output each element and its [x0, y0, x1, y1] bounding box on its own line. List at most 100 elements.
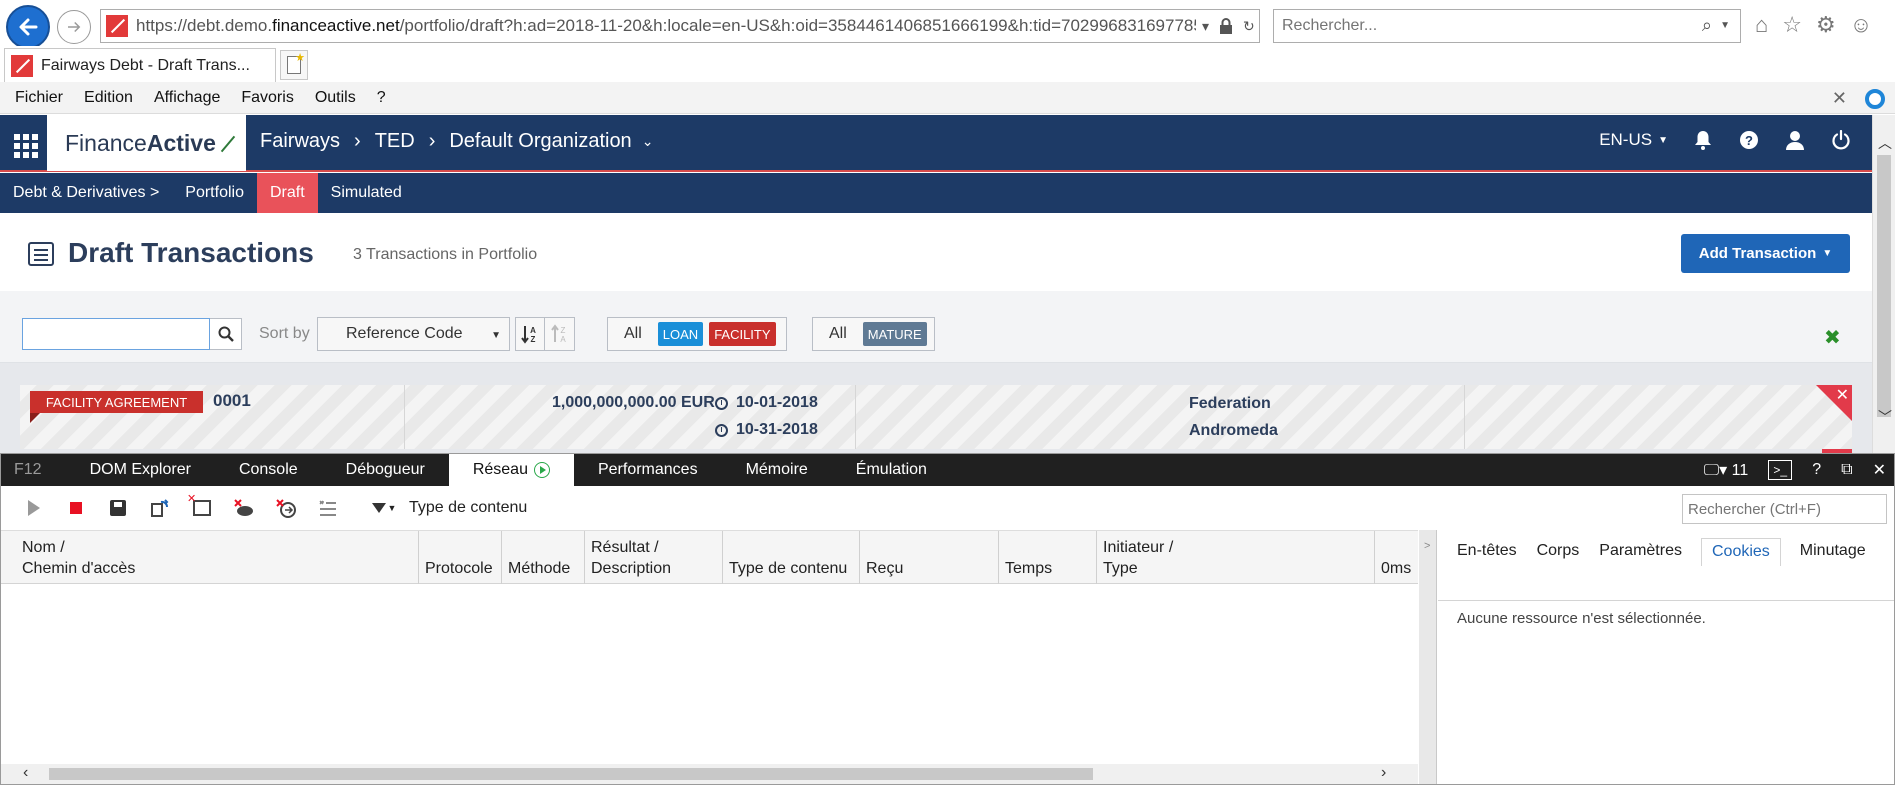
sort-select[interactable]: Reference Code ▼	[317, 317, 510, 351]
devtools-tab-debugger[interactable]: Débogueur	[322, 454, 449, 486]
devtools-tab-network[interactable]: Réseau	[448, 454, 574, 486]
detail-tab-cookies[interactable]: Cookies	[1700, 538, 1781, 566]
language-selector[interactable]: EN-US ▼	[1599, 130, 1668, 150]
subnav-draft[interactable]: Draft	[256, 173, 318, 213]
logo-light: Finance	[65, 129, 147, 156]
expand-right-icon[interactable]: >	[1424, 540, 1430, 552]
browser-tab[interactable]: Fairways Debt - Draft Trans...	[4, 48, 276, 82]
back-button[interactable]	[6, 5, 50, 49]
column-time[interactable]: Temps	[999, 531, 1097, 585]
type-filter-facility[interactable]: FACILITY	[709, 322, 776, 346]
cortana-ring-icon[interactable]	[1865, 89, 1885, 109]
refresh-icon[interactable]: ↻	[1243, 18, 1255, 35]
transaction-row[interactable]: FACILITY AGREEMENT 0001 1,000,000,000.00…	[20, 385, 1852, 449]
forward-button[interactable]	[57, 10, 91, 44]
user-icon[interactable]	[1784, 129, 1806, 151]
chevron-down-icon[interactable]: ⌄	[642, 133, 654, 150]
column-name-path[interactable]: Nom / Chemin d'accès	[1, 531, 419, 585]
start-capture-button[interactable]	[23, 497, 45, 519]
export-har-button[interactable]	[107, 497, 129, 519]
filter-search-input[interactable]	[22, 318, 210, 350]
page-vertical-scrollbar[interactable]: ︿ ﹀	[1872, 115, 1895, 453]
gear-icon[interactable]: ⚙	[1816, 12, 1836, 38]
column-result[interactable]: Résultat / Description	[585, 531, 723, 585]
scroll-thumb[interactable]	[1877, 155, 1891, 417]
close-icon[interactable]: ✕	[1873, 460, 1886, 480]
help-icon[interactable]: ?	[1812, 461, 1821, 479]
sort-ascending-button[interactable]: AZ	[515, 317, 545, 351]
detail-tab-parameters[interactable]: Paramètres	[1590, 538, 1693, 566]
always-refresh-button[interactable]	[149, 497, 171, 519]
type-filter-loan[interactable]: LOAN	[657, 322, 704, 346]
clear-cookies-button[interactable]	[233, 497, 255, 519]
help-icon[interactable]: ?	[1738, 129, 1760, 151]
clear-list-button[interactable]	[317, 497, 339, 519]
browser-search-input[interactable]	[1282, 17, 1682, 35]
add-transaction-button[interactable]: Add Transaction ▼	[1681, 234, 1850, 273]
status-filter-all[interactable]: All	[817, 325, 857, 343]
url-field[interactable]: https://debt.demo.financeactive.net/port…	[100, 9, 1260, 43]
smiley-icon[interactable]: ☺	[1850, 12, 1872, 38]
console-toggle-icon[interactable]: >_	[1768, 460, 1793, 480]
status-filter-mature[interactable]: MATURE	[862, 322, 927, 346]
app-grid-icon[interactable]	[14, 134, 38, 158]
breadcrumb-fairways[interactable]: Fairways	[260, 130, 340, 153]
breadcrumb-organization[interactable]: Default Organization	[449, 130, 631, 153]
content-type-filter-label[interactable]: Type de contenu	[409, 499, 527, 517]
scroll-right-icon[interactable]: ›	[1381, 764, 1386, 782]
content-type-filter-button[interactable]: ▼	[371, 497, 397, 519]
devtools-tab-performance[interactable]: Performances	[574, 454, 722, 486]
column-content-type[interactable]: Type de contenu	[723, 531, 860, 585]
type-filter-all[interactable]: All	[612, 325, 652, 343]
close-icon[interactable]: ✕	[1832, 88, 1847, 109]
sort-descending-button[interactable]: ZA	[545, 317, 575, 351]
scroll-left-icon[interactable]: ‹	[23, 764, 28, 782]
bell-icon[interactable]	[1692, 129, 1714, 151]
detail-tab-headers[interactable]: En-têtes	[1438, 538, 1528, 566]
transaction-reference[interactable]: 0001	[213, 391, 251, 411]
power-icon[interactable]	[1830, 129, 1852, 151]
devtools-tab-console[interactable]: Console	[215, 454, 322, 486]
breadcrumb-ted[interactable]: TED	[375, 130, 415, 153]
scroll-down-icon[interactable]: ﹀	[1878, 407, 1892, 427]
url-dropdown-icon[interactable]: ▾	[1202, 18, 1209, 35]
network-horizontal-scrollbar[interactable]: ‹ ›	[1, 764, 1418, 784]
undock-icon[interactable]: ⧉	[1841, 461, 1852, 479]
subnav-debt-derivatives[interactable]: Debt & Derivatives >	[0, 173, 172, 213]
devtools-tab-dom-explorer[interactable]: DOM Explorer	[66, 454, 215, 486]
detail-tab-timing[interactable]: Minutage	[1781, 538, 1877, 566]
menu-outils[interactable]: Outils	[315, 89, 356, 107]
filter-search-button[interactable]	[210, 318, 242, 350]
devtools-search-input[interactable]	[1682, 494, 1887, 524]
stop-capture-button[interactable]	[65, 497, 87, 519]
new-tab-button[interactable]	[280, 50, 308, 80]
document-mode-selector[interactable]: 🖵▾ 11	[1704, 460, 1749, 480]
clear-cache-button[interactable]	[275, 497, 297, 519]
devtools-tab-memory[interactable]: Mémoire	[722, 454, 832, 486]
favorites-star-icon[interactable]: ☆	[1782, 12, 1802, 38]
column-initiator[interactable]: Initiateur / Type	[1097, 531, 1375, 585]
scroll-thumb[interactable]	[49, 768, 1093, 780]
search-dropdown-icon[interactable]: ▼	[1720, 20, 1730, 31]
column-method[interactable]: Méthode	[502, 531, 585, 585]
detail-tab-body[interactable]: Corps	[1528, 538, 1591, 566]
scroll-up-icon[interactable]: ︿	[1878, 133, 1892, 153]
subnav-simulated[interactable]: Simulated	[318, 173, 415, 213]
column-protocol[interactable]: Protocole	[419, 531, 502, 585]
column-received[interactable]: Reçu	[860, 531, 999, 585]
devtools-tab-emulation[interactable]: Émulation	[832, 454, 951, 486]
delete-icon[interactable]: ✕	[1836, 385, 1849, 405]
column-timeline[interactable]: 0ms	[1375, 531, 1418, 585]
excel-export-icon[interactable]: ✖	[1824, 325, 1841, 350]
menu-edition[interactable]: Edition	[84, 89, 133, 107]
menu-affichage[interactable]: Affichage	[154, 89, 220, 107]
panel-splitter[interactable]: >	[1419, 530, 1437, 784]
logo[interactable]: FinanceActive	[47, 115, 246, 171]
search-icon[interactable]: ⌕	[1702, 15, 1712, 36]
menu-favoris[interactable]: Favoris	[241, 89, 293, 107]
menu-help[interactable]: ?	[377, 89, 386, 107]
home-icon[interactable]: ⌂	[1755, 12, 1768, 38]
menu-fichier[interactable]: Fichier	[15, 89, 63, 107]
clear-entries-button[interactable]	[187, 492, 213, 519]
subnav-portfolio[interactable]: Portfolio	[172, 173, 257, 213]
